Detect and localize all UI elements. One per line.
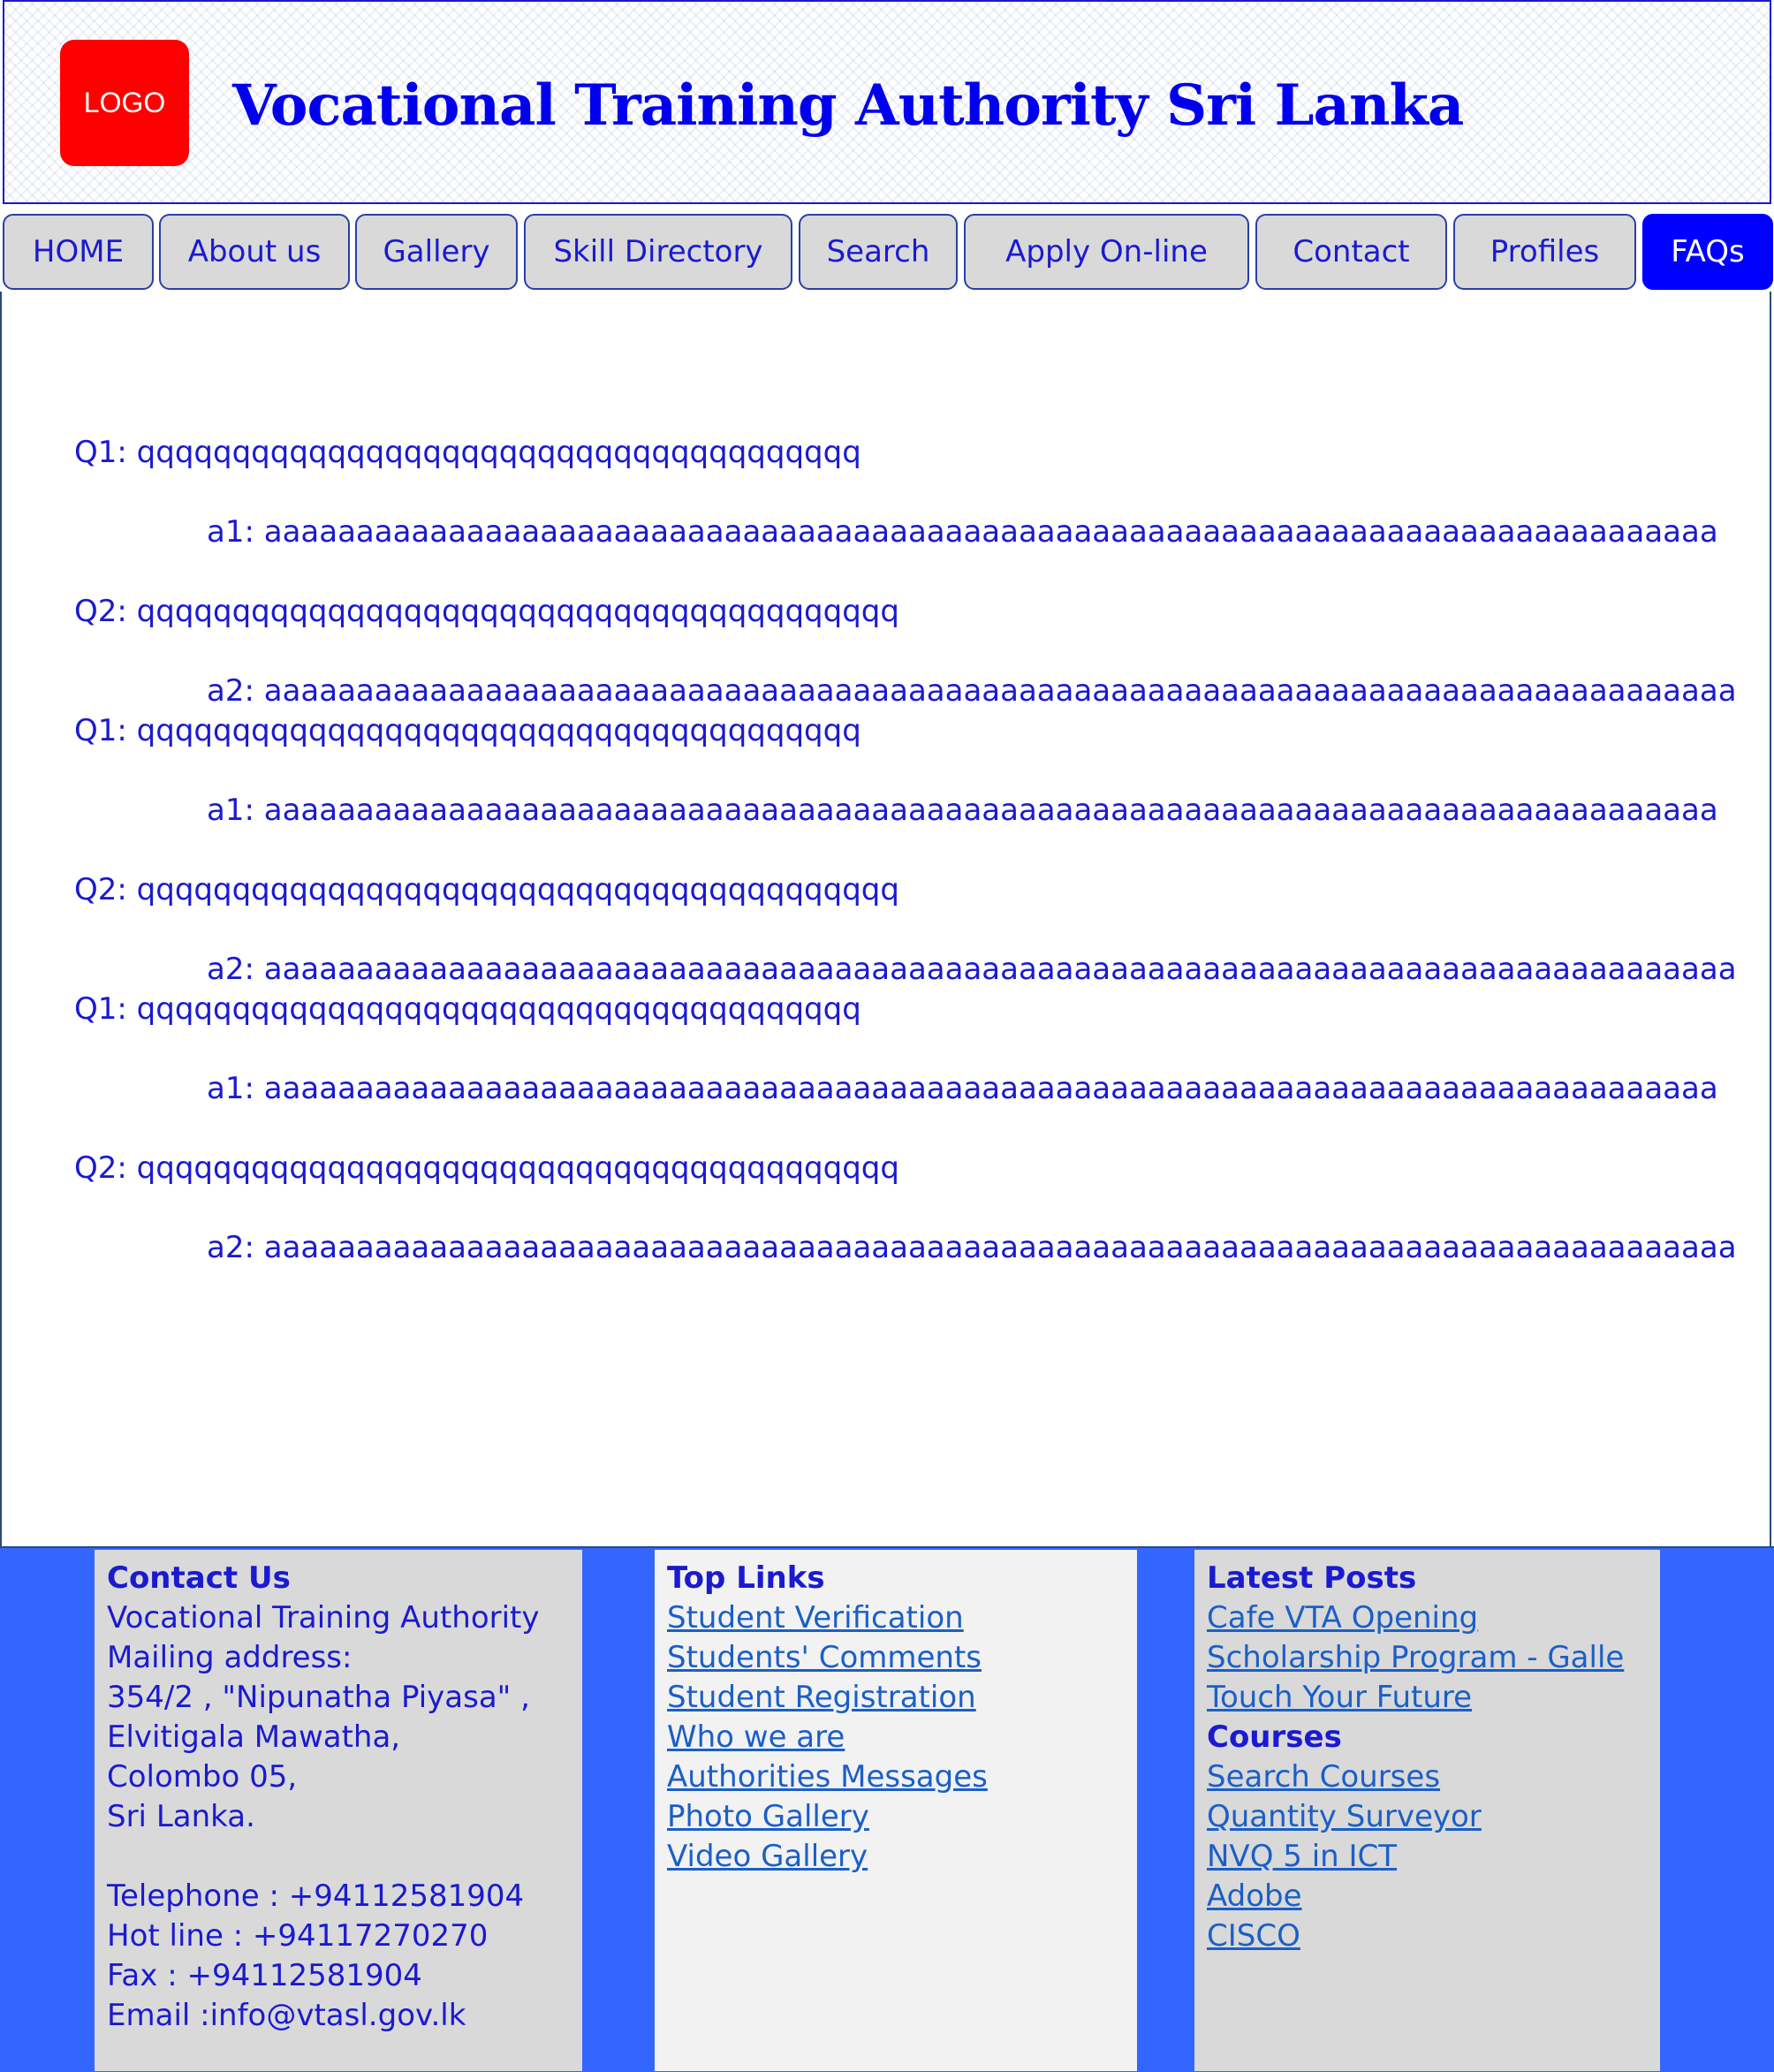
faq-question: Q2: qqqqqqqqqqqqqqqqqqqqqqqqqqqqqqqqqqqq… xyxy=(74,1150,899,1186)
contact-line: 354/2 , "Nipunatha Piyasa" , xyxy=(107,1680,530,1715)
footer-contact: Contact Us Vocational Training Authority… xyxy=(95,1550,582,2071)
link-student-verification[interactable]: Student Verification xyxy=(667,1598,1125,1638)
faq-list: Q1: qqqqqqqqqqqqqqqqqqqqqqqqqqqqqqqqqqqq… xyxy=(74,433,1737,1268)
contact-line: Mailing address: xyxy=(107,1640,353,1675)
contact-email: Email :info@vtasl.gov.lk xyxy=(107,1998,466,2033)
link-search-courses[interactable]: Search Courses xyxy=(1207,1757,1648,1797)
link-nvq-5-ict[interactable]: NVQ 5 in ICT xyxy=(1207,1837,1648,1877)
contact-fax: Fax : +94112581904 xyxy=(107,1958,422,1993)
faq-question: Q2: qqqqqqqqqqqqqqqqqqqqqqqqqqqqqqqqqqqq… xyxy=(74,594,899,629)
link-scholarship-program-galle[interactable]: Scholarship Program - Galle xyxy=(1207,1638,1648,1678)
faq-answer: a1: aaaaaaaaaaaaaaaaaaaaaaaaaaaaaaaaaaaa… xyxy=(207,514,1718,550)
link-quantity-surveyor[interactable]: Quantity Surveyor xyxy=(1207,1797,1648,1837)
site-header: LOGO Vocational Training Authority Sri L… xyxy=(3,0,1771,204)
faq-group: Q1: qqqqqqqqqqqqqqqqqqqqqqqqqqqqqqqqqqqq… xyxy=(74,711,1737,990)
footer-top-links-heading: Top Links xyxy=(667,1560,825,1596)
nav-about-us[interactable]: About us xyxy=(159,214,350,290)
contact-line: Vocational Training Authority xyxy=(107,1600,540,1636)
link-cafe-vta-opening[interactable]: Cafe VTA Opening xyxy=(1207,1598,1648,1638)
link-video-gallery[interactable]: Video Gallery xyxy=(667,1837,1125,1877)
nav-contact[interactable]: Contact xyxy=(1255,214,1447,290)
nav-profiles[interactable]: Profiles xyxy=(1453,214,1636,290)
faq-group: Q1: qqqqqqqqqqqqqqqqqqqqqqqqqqqqqqqqqqqq… xyxy=(74,433,1737,711)
link-cisco[interactable]: CISCO xyxy=(1207,1916,1648,1956)
faq-answer: a1: aaaaaaaaaaaaaaaaaaaaaaaaaaaaaaaaaaaa… xyxy=(207,1071,1718,1106)
nav-skill-directory[interactable]: Skill Directory xyxy=(524,214,792,290)
link-who-we-are[interactable]: Who we are xyxy=(667,1718,1125,1757)
link-touch-your-future[interactable]: Touch Your Future xyxy=(1207,1678,1648,1718)
faq-answer: a1: aaaaaaaaaaaaaaaaaaaaaaaaaaaaaaaaaaaa… xyxy=(207,793,1718,828)
link-adobe[interactable]: Adobe xyxy=(1207,1877,1648,1916)
link-photo-gallery[interactable]: Photo Gallery xyxy=(667,1797,1125,1837)
contact-line: Elvitigala Mawatha, xyxy=(107,1719,401,1755)
nav-home[interactable]: HOME xyxy=(3,214,154,290)
contact-hotline: Hot line : +94117270270 xyxy=(107,1918,489,1954)
footer-latest-posts: Latest Posts Cafe VTA Opening Scholarshi… xyxy=(1194,1550,1660,2071)
faq-question: Q1: qqqqqqqqqqqqqqqqqqqqqqqqqqqqqqqqqqqq… xyxy=(74,435,861,470)
faq-question: Q1: qqqqqqqqqqqqqqqqqqqqqqqqqqqqqqqqqqqq… xyxy=(74,713,861,748)
nav-apply-online[interactable]: Apply On-line xyxy=(964,214,1249,290)
footer-contact-heading: Contact Us xyxy=(107,1560,291,1596)
link-student-registration[interactable]: Student Registration xyxy=(667,1678,1125,1718)
faq-group: Q1: qqqqqqqqqqqqqqqqqqqqqqqqqqqqqqqqqqqq… xyxy=(74,990,1737,1268)
faq-answer: a2: aaaaaaaaaaaaaaaaaaaaaaaaaaaaaaaaaaaa… xyxy=(207,1230,1737,1265)
nav-faqs[interactable]: FAQs xyxy=(1642,214,1773,290)
link-students-comments[interactable]: Students' Comments xyxy=(667,1638,1125,1678)
footer-top-links: Top Links Student Verification Students'… xyxy=(655,1550,1137,2071)
faq-answer: a2: aaaaaaaaaaaaaaaaaaaaaaaaaaaaaaaaaaaa… xyxy=(207,952,1737,987)
nav-search[interactable]: Search xyxy=(799,214,958,290)
footer-latest-posts-heading: Latest Posts xyxy=(1207,1560,1417,1596)
contact-telephone: Telephone : +94112581904 xyxy=(107,1878,525,1914)
footer-courses-heading: Courses xyxy=(1207,1719,1342,1755)
site-footer: Contact Us Vocational Training Authority… xyxy=(0,1546,1774,2072)
main-nav: HOME About us Gallery Skill Directory Se… xyxy=(0,214,1774,292)
contact-line: Sri Lanka. xyxy=(107,1799,255,1834)
logo[interactable]: LOGO xyxy=(60,40,189,166)
faq-answer: a2: aaaaaaaaaaaaaaaaaaaaaaaaaaaaaaaaaaaa… xyxy=(207,673,1737,709)
site-title: Vocational Training Authority Sri Lanka xyxy=(232,72,1464,139)
faq-question: Q2: qqqqqqqqqqqqqqqqqqqqqqqqqqqqqqqqqqqq… xyxy=(74,872,899,907)
faq-question: Q1: qqqqqqqqqqqqqqqqqqqqqqqqqqqqqqqqqqqq… xyxy=(74,991,861,1027)
contact-line: Colombo 05, xyxy=(107,1759,298,1795)
nav-gallery[interactable]: Gallery xyxy=(355,214,518,290)
link-authorities-messages[interactable]: Authorities Messages xyxy=(667,1757,1125,1797)
